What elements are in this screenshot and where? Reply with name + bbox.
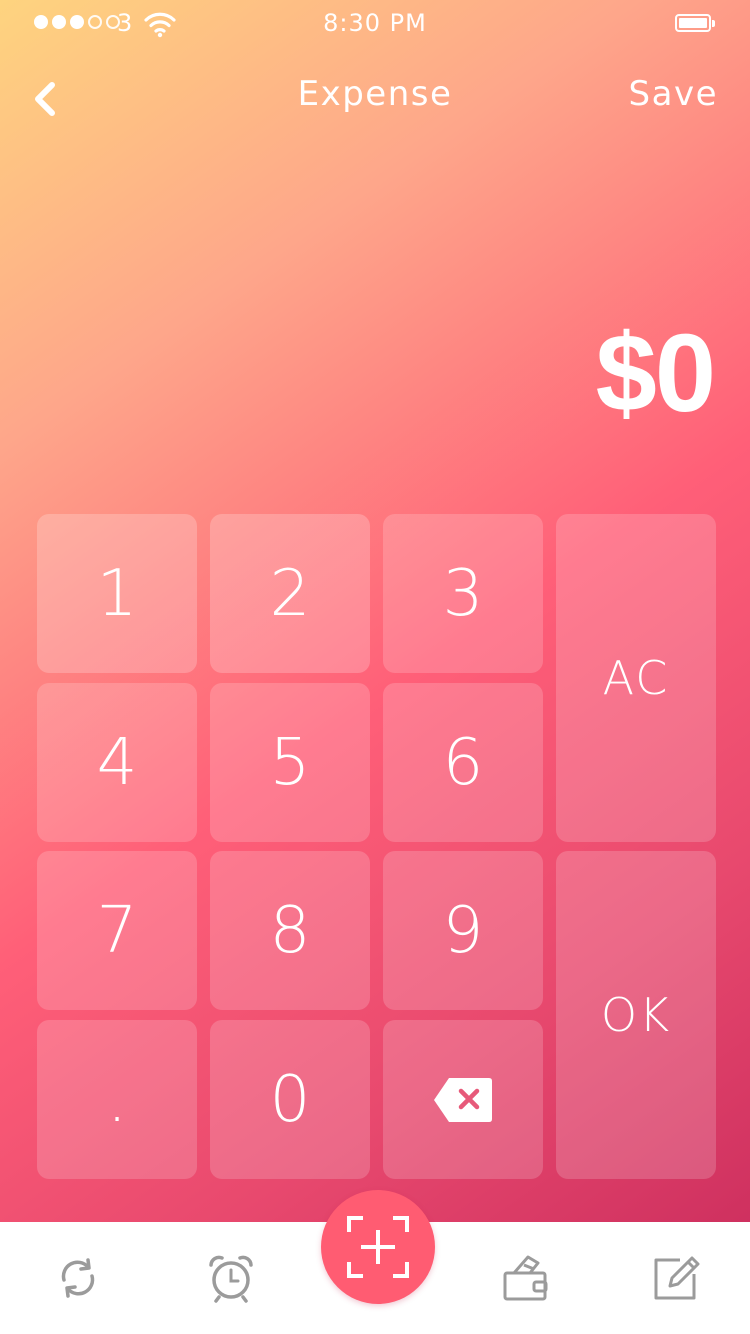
key-3[interactable]: 3: [383, 514, 543, 673]
battery-icon: [675, 14, 715, 32]
key-5[interactable]: 5: [210, 683, 370, 842]
status-time: 8:30 PM: [323, 9, 427, 37]
backspace-icon: [434, 1077, 492, 1122]
key-2[interactable]: 2: [210, 514, 370, 673]
expense-screen: 3 8:30 PM Expense Save $0 1 2 3 4 5 6 7 …: [0, 0, 750, 1334]
refresh-icon: [61, 1258, 95, 1298]
key-8[interactable]: 8: [210, 851, 370, 1010]
wallet-icon: [503, 1255, 548, 1301]
backspace-button[interactable]: [383, 1020, 543, 1179]
status-bar: 3 8:30 PM: [0, 0, 750, 48]
save-button[interactable]: Save: [629, 74, 718, 114]
key-0[interactable]: 0: [210, 1020, 370, 1179]
key-6[interactable]: 6: [383, 683, 543, 842]
scan-add-icon: [347, 1216, 409, 1278]
tab-reminders[interactable]: [201, 1248, 261, 1308]
clear-button[interactable]: AC: [556, 514, 716, 842]
key-1[interactable]: 1: [37, 514, 197, 673]
scan-add-button[interactable]: [321, 1190, 435, 1304]
tab-wallet[interactable]: [495, 1248, 555, 1308]
edit-icon: [654, 1256, 700, 1300]
key-4[interactable]: 4: [37, 683, 197, 842]
key-9[interactable]: 9: [383, 851, 543, 1010]
key-decimal[interactable]: .: [37, 1020, 197, 1179]
ok-button[interactable]: OK: [556, 851, 716, 1179]
tab-recurring[interactable]: [48, 1248, 108, 1308]
key-7[interactable]: 7: [37, 851, 197, 1010]
amount-display: $0: [595, 312, 716, 435]
tab-notes[interactable]: [646, 1248, 706, 1308]
alarm-clock-icon: [209, 1255, 253, 1303]
